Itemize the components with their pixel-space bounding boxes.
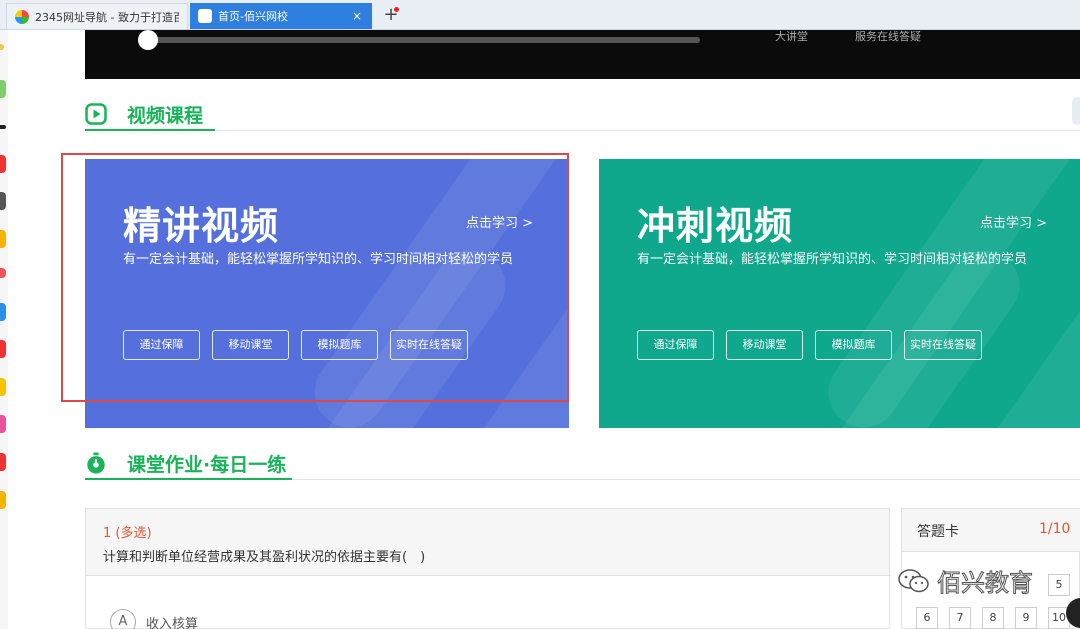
- section-title-wrap: 课堂作业·每日一练: [85, 448, 293, 480]
- player-overlay-text: 大讲堂: [775, 30, 808, 43]
- option-letter: A: [110, 609, 136, 629]
- app-icon[interactable]: [0, 378, 6, 396]
- decorative-shape: [1072, 97, 1080, 125]
- tag-mobile-class[interactable]: 移动课堂: [212, 330, 289, 360]
- video-progress-bar[interactable]: [145, 37, 700, 43]
- app-icon[interactable]: [0, 340, 6, 358]
- tab-label: 2345网址导航 - 致力于打造百: [35, 10, 179, 24]
- player-overlay-text: 服务在线答疑: [855, 30, 921, 43]
- browser-tabbar: 2345网址导航 - 致力于打造百 首页-佰兴网校 × +: [0, 0, 1080, 30]
- tag-live-qa[interactable]: 实时在线答疑: [904, 330, 982, 360]
- app-icon[interactable]: [0, 125, 6, 129]
- notification-dot: [394, 7, 399, 12]
- question-number: 1 (多选): [103, 526, 152, 541]
- video-section-header: 视频课程: [85, 97, 1080, 131]
- app-icon[interactable]: [0, 155, 6, 173]
- course-card-sprint[interactable]: 冲刺视频 点击学习 > 有一定会计基础，能轻松掌握所学知识的、学习时间相对轻松的…: [599, 159, 1080, 428]
- video-player: 大讲堂 服务在线答疑: [85, 30, 1080, 79]
- app-icon[interactable]: [0, 230, 6, 248]
- question-number-button[interactable]: 5: [1048, 574, 1070, 596]
- app-icon[interactable]: [0, 192, 6, 210]
- tag-question-bank[interactable]: 模拟题库: [815, 330, 892, 360]
- watermark: 佰兴教育: [897, 563, 1034, 598]
- question-header: 1 (多选) 计算和判断单位经营成果及其盈利状况的依据主要有( ): [86, 509, 889, 576]
- app-icon[interactable]: [0, 453, 6, 471]
- tag-pass-guarantee[interactable]: 通过保障: [123, 330, 200, 360]
- option-text: 收入核算: [146, 616, 199, 629]
- star-icon[interactable]: [0, 44, 4, 50]
- video-progress-thumb[interactable]: [138, 30, 158, 50]
- browser-sidebar: [0, 30, 8, 629]
- answer-card-title: 答题卡: [917, 524, 959, 540]
- answer-option-a[interactable]: A 收入核算: [110, 609, 198, 629]
- tag-mobile-class[interactable]: 移动课堂: [726, 330, 803, 360]
- section-title: 视频课程: [127, 104, 204, 127]
- watermark-text: 佰兴教育: [937, 569, 1034, 598]
- tab-label: 首页-佰兴网校: [218, 10, 288, 23]
- question-number-button[interactable]: 6: [916, 607, 938, 629]
- close-tab-icon[interactable]: ×: [350, 9, 364, 23]
- question-number-button[interactable]: 9: [1015, 607, 1037, 629]
- 2345-logo-icon: [15, 9, 29, 24]
- section-title: 课堂作业·每日一练: [127, 453, 287, 476]
- answer-progress-count: 1/10: [1039, 521, 1071, 537]
- question-text: 计算和判断单位经营成果及其盈利状况的依据主要有( ): [103, 550, 426, 565]
- app-window: 2345网址导航 - 致力于打造百 首页-佰兴网校 × + 大讲堂 服务在线答疑: [0, 0, 1080, 629]
- learn-now-link[interactable]: 点击学习 >: [980, 212, 1047, 231]
- course-card-intensive[interactable]: 精讲视频 点击学习 > 有一定会计基础，能轻松掌握所学知识的、学习时间相对轻松的…: [85, 159, 569, 428]
- tag-question-bank[interactable]: 模拟题库: [301, 330, 378, 360]
- wechat-icon: [898, 568, 929, 592]
- card-tags: 通过保障 移动课堂 模拟题库 实时在线答疑: [637, 330, 994, 360]
- card-title: 精讲视频: [123, 204, 280, 248]
- question-panel: 1 (多选) 计算和判断单位经营成果及其盈利状况的依据主要有( ) A 收入核算: [85, 508, 890, 629]
- app-icon[interactable]: [0, 303, 6, 321]
- tag-pass-guarantee[interactable]: 通过保障: [637, 330, 714, 360]
- card-description: 有一定会计基础，能轻松掌握所学知识的、学习时间相对轻松的学员: [637, 252, 1028, 267]
- stopwatch-icon: [85, 452, 107, 474]
- section-title-wrap: 视频课程: [85, 99, 216, 131]
- answer-card-header: 答题卡 1/10: [902, 509, 1080, 552]
- practice-section-header: 课堂作业·每日一练: [85, 446, 1080, 480]
- app-icon[interactable]: [0, 491, 6, 509]
- learn-now-link[interactable]: 点击学习 >: [466, 212, 533, 231]
- tab-homepage[interactable]: 首页-佰兴网校 ×: [190, 3, 372, 29]
- app-icon[interactable]: [0, 268, 6, 278]
- play-icon: [85, 103, 107, 125]
- question-number-button[interactable]: 7: [949, 607, 971, 629]
- card-description: 有一定会计基础，能轻松掌握所学知识的、学习时间相对轻松的学员: [123, 252, 514, 267]
- card-tags: 通过保障 移动课堂 模拟题库 实时在线答疑: [123, 330, 480, 360]
- card-title: 冲刺视频: [637, 204, 794, 248]
- question-number-button[interactable]: 8: [982, 607, 1004, 629]
- tab-2345-navigation[interactable]: 2345网址导航 - 致力于打造百: [6, 3, 188, 29]
- app-icon[interactable]: [0, 415, 6, 433]
- app-icon[interactable]: [0, 80, 6, 98]
- tag-live-qa[interactable]: 实时在线答疑: [390, 330, 468, 360]
- page-icon: [198, 9, 212, 23]
